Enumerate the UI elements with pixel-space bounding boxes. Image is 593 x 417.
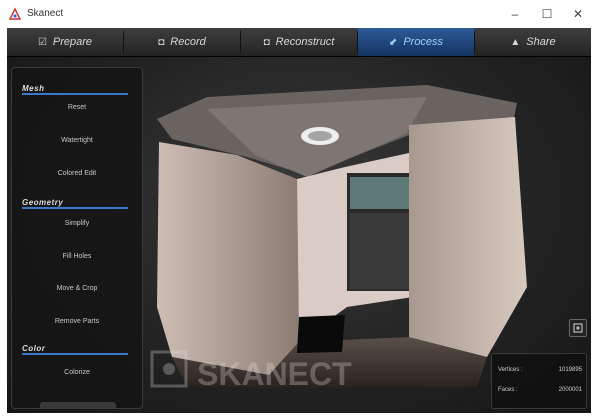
faces-row: Faces : 2000001 — [498, 387, 582, 393]
watermark-text: SKANECT — [197, 356, 352, 392]
share-icon: ▲ — [510, 36, 521, 48]
3d-viewport[interactable]: SKANECT Mesh Reset Watertight Colored Ed… — [7, 57, 591, 413]
left-curtain-wall — [157, 142, 299, 375]
fill-holes-button[interactable]: Fill Holes — [18, 247, 136, 267]
tab-prepare-label: Prepare — [52, 36, 93, 48]
panel-footer-tab[interactable] — [40, 402, 116, 408]
maximize-button[interactable]: ☐ — [535, 5, 559, 23]
reset-button[interactable]: Reset — [18, 98, 136, 118]
main-tab-bar: ☑ Prepare ◘ Record ◘ Reconstruct ⬋ Proce… — [7, 28, 591, 57]
process-side-panel: Mesh Reset Watertight Colored Edit Geome… — [11, 67, 143, 409]
close-button[interactable]: ✕ — [566, 5, 590, 23]
tab-share[interactable]: ▲ Share — [475, 28, 591, 56]
view-reset-button[interactable] — [569, 319, 587, 337]
section-geometry-divider — [22, 207, 128, 209]
window-upper-pane — [350, 177, 410, 209]
tab-prepare[interactable]: ☑ Prepare — [7, 28, 123, 56]
section-geometry: Geometry — [22, 198, 64, 207]
app-window: ☑ Prepare ◘ Record ◘ Reconstruct ⬋ Proce… — [7, 28, 591, 413]
record-icon: ◘ — [158, 36, 165, 48]
mesh-stats-panel: Vertices : 1019895 Faces : 2000001 — [491, 353, 587, 409]
tab-process[interactable]: ⬋ Process — [358, 28, 474, 56]
frame-icon — [573, 323, 583, 333]
tab-record-label: Record — [170, 36, 206, 48]
vertices-value: 1019895 — [558, 367, 582, 373]
tab-share-label: Share — [526, 36, 556, 48]
faces-value: 2000001 — [558, 387, 582, 393]
move-crop-button[interactable]: Move & Crop — [18, 279, 136, 299]
tab-reconstruct[interactable]: ◘ Reconstruct — [241, 28, 357, 56]
simplify-button[interactable]: Simplify — [18, 214, 136, 234]
vertices-label: Vertices : — [498, 367, 523, 373]
tab-record[interactable]: ◘ Record — [124, 28, 240, 56]
colorize-button[interactable]: Colorize — [18, 363, 136, 383]
prepare-icon: ☑ — [37, 36, 47, 48]
section-mesh: Mesh — [22, 84, 45, 93]
minimize-button[interactable]: – — [503, 5, 527, 23]
window-titlebar: Skanect – ☐ ✕ — [0, 0, 593, 28]
watertight-button[interactable]: Watertight — [18, 131, 136, 151]
faces-label: Faces : — [498, 387, 518, 393]
tab-process-label: Process — [403, 36, 444, 48]
skanect-app-icon — [8, 7, 22, 20]
remove-parts-button[interactable]: Remove Parts — [18, 312, 136, 332]
right-curtain-wall — [409, 117, 527, 357]
reconstruct-icon: ◘ — [263, 36, 270, 48]
tab-reconstruct-label: Reconstruct — [275, 36, 335, 48]
section-color-divider — [22, 353, 128, 355]
process-icon: ⬋ — [388, 36, 398, 48]
window-title: Skanect — [27, 8, 64, 19]
window-lower-pane — [350, 213, 410, 289]
colored-edit-button[interactable]: Colored Edit — [18, 164, 136, 184]
section-color: Color — [22, 344, 46, 353]
section-mesh-divider — [22, 93, 128, 95]
vertices-row: Vertices : 1019895 — [498, 367, 582, 373]
